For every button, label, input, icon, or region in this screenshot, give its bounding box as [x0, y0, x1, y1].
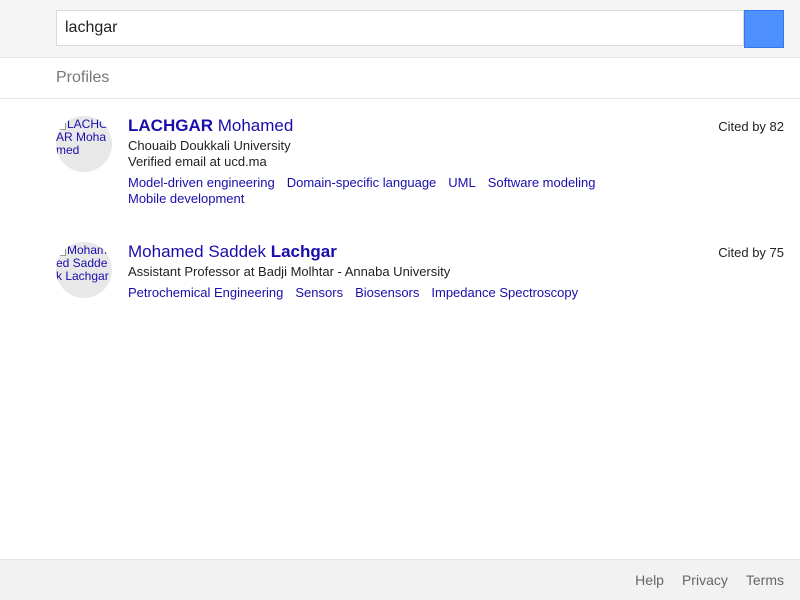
section-header: Profiles [0, 58, 800, 99]
profile-item: LACHGAR Mohamed LACHGAR Mohamed Chouaib … [56, 116, 784, 216]
profile-name-link[interactable]: Mohamed Saddek Lachgar [128, 242, 337, 261]
top-bar [0, 0, 800, 58]
search-box[interactable] [56, 10, 744, 46]
interest-link[interactable]: Impedance Spectroscopy [431, 285, 578, 300]
cited-by-count: Cited by 75 [718, 245, 784, 260]
profile-affiliation: Assistant Professor at Badji Molhtar - A… [128, 264, 451, 279]
footer-terms-link[interactable]: Terms [746, 572, 784, 588]
interest-link[interactable]: Petrochemical Engineering [128, 285, 283, 300]
interest-link[interactable]: Biosensors [355, 285, 419, 300]
profile-interests: Petrochemical Engineering Sensors Biosenso… [128, 285, 628, 301]
interest-link[interactable]: Sensors [295, 285, 343, 300]
avatar[interactable]: Mohamed Saddek Lachgar [56, 242, 112, 298]
interest-link[interactable]: Domain-specific language [287, 175, 437, 190]
section-title: Profiles [56, 69, 110, 86]
avatar-alt-text: LACHGAR Mohamed [56, 117, 109, 157]
avatar-alt-text: Mohamed Saddek Lachgar [56, 243, 109, 283]
interest-link[interactable]: Software modeling [488, 175, 596, 190]
profile-name-link[interactable]: LACHGAR Mohamed [128, 116, 293, 135]
profile-info: Mohamed Saddek Lachgar Assistant Profess… [128, 242, 688, 301]
footer-privacy-link[interactable]: Privacy [682, 572, 728, 588]
profile-affiliation: Chouaib Doukkali University [128, 138, 291, 153]
footer-links: Help Privacy Terms [617, 572, 784, 588]
search-button[interactable] [744, 10, 784, 48]
profile-info: LACHGAR Mohamed Chouaib Doukkali Univers… [128, 116, 688, 207]
interest-link[interactable]: UML [448, 175, 475, 190]
profile-email: Verified email at ucd.ma [128, 154, 267, 169]
search-input[interactable] [57, 11, 743, 45]
interest-link[interactable]: Model-driven engineering [128, 175, 275, 190]
avatar[interactable]: LACHGAR Mohamed [56, 116, 112, 172]
footer: Help Privacy Terms [0, 559, 800, 600]
cited-by-count: Cited by 82 [718, 119, 784, 134]
profile-interests: Model-driven engineering Domain-specific … [128, 175, 628, 207]
broken-image-icon [56, 244, 66, 256]
interest-link[interactable]: Mobile development [128, 191, 244, 206]
broken-image-icon [56, 118, 66, 130]
footer-help-link[interactable]: Help [635, 572, 664, 588]
profile-item: Mohamed Saddek Lachgar Mohamed Saddek La… [56, 242, 784, 312]
